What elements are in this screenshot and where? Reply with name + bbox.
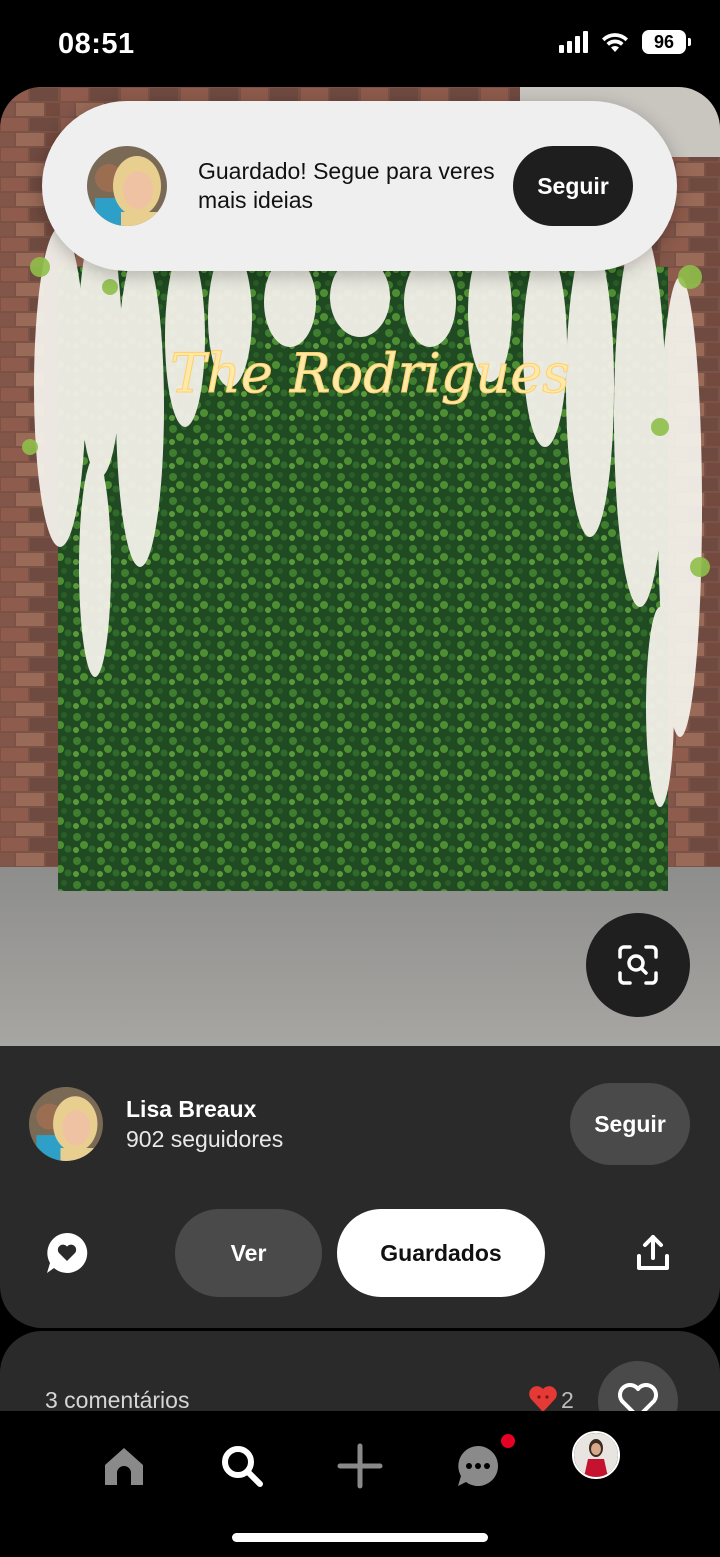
creator-avatar[interactable] (29, 1087, 103, 1161)
cellular-signal-icon (559, 31, 588, 53)
plus-icon (337, 1443, 383, 1489)
saved-toast[interactable]: Guardado! Segue para veres mais ideias S… (42, 101, 677, 271)
toast-message: Guardado! Segue para veres mais ideias (198, 158, 495, 213)
saved-button[interactable]: Guardados (337, 1209, 545, 1297)
wifi-icon (602, 33, 628, 52)
follow-button[interactable]: Seguir (570, 1083, 690, 1165)
toast-follow-button[interactable]: Seguir (513, 146, 633, 226)
search-icon (222, 1446, 263, 1487)
battery-indicator: 96 (642, 30, 691, 54)
view-button[interactable]: Ver (175, 1209, 322, 1297)
creator-name[interactable]: Lisa Breaux (126, 1096, 256, 1123)
chat-icon (458, 1446, 498, 1486)
neon-sign-text: The Rodrigues (170, 342, 570, 405)
tab-profile[interactable] (572, 1431, 620, 1479)
profile-avatar (574, 1433, 618, 1477)
heart-reaction-icon (528, 1385, 558, 1413)
notification-dot (501, 1434, 515, 1448)
pin-details-panel: Lisa Breaux 902 seguidores Seguir Ver Gu… (0, 1046, 720, 1328)
tab-create[interactable] (325, 1431, 395, 1501)
status-icons: 96 (559, 30, 691, 54)
home-icon (105, 1448, 143, 1485)
tab-home[interactable] (89, 1431, 159, 1501)
tab-search[interactable] (207, 1431, 277, 1501)
comment-icon[interactable] (44, 1230, 90, 1276)
reaction-count: 2 (561, 1387, 574, 1413)
status-time: 08:51 (58, 28, 135, 60)
creator-avatar-small (87, 146, 167, 226)
lens-search-icon (618, 945, 658, 985)
status-bar: 08:51 96 (0, 0, 720, 90)
share-icon[interactable] (632, 1232, 674, 1274)
creator-followers: 902 seguidores (126, 1126, 284, 1152)
home-indicator[interactable] (232, 1533, 488, 1542)
comments-count[interactable]: 3 comentários (45, 1387, 189, 1414)
visual-search-button[interactable] (586, 913, 690, 1017)
